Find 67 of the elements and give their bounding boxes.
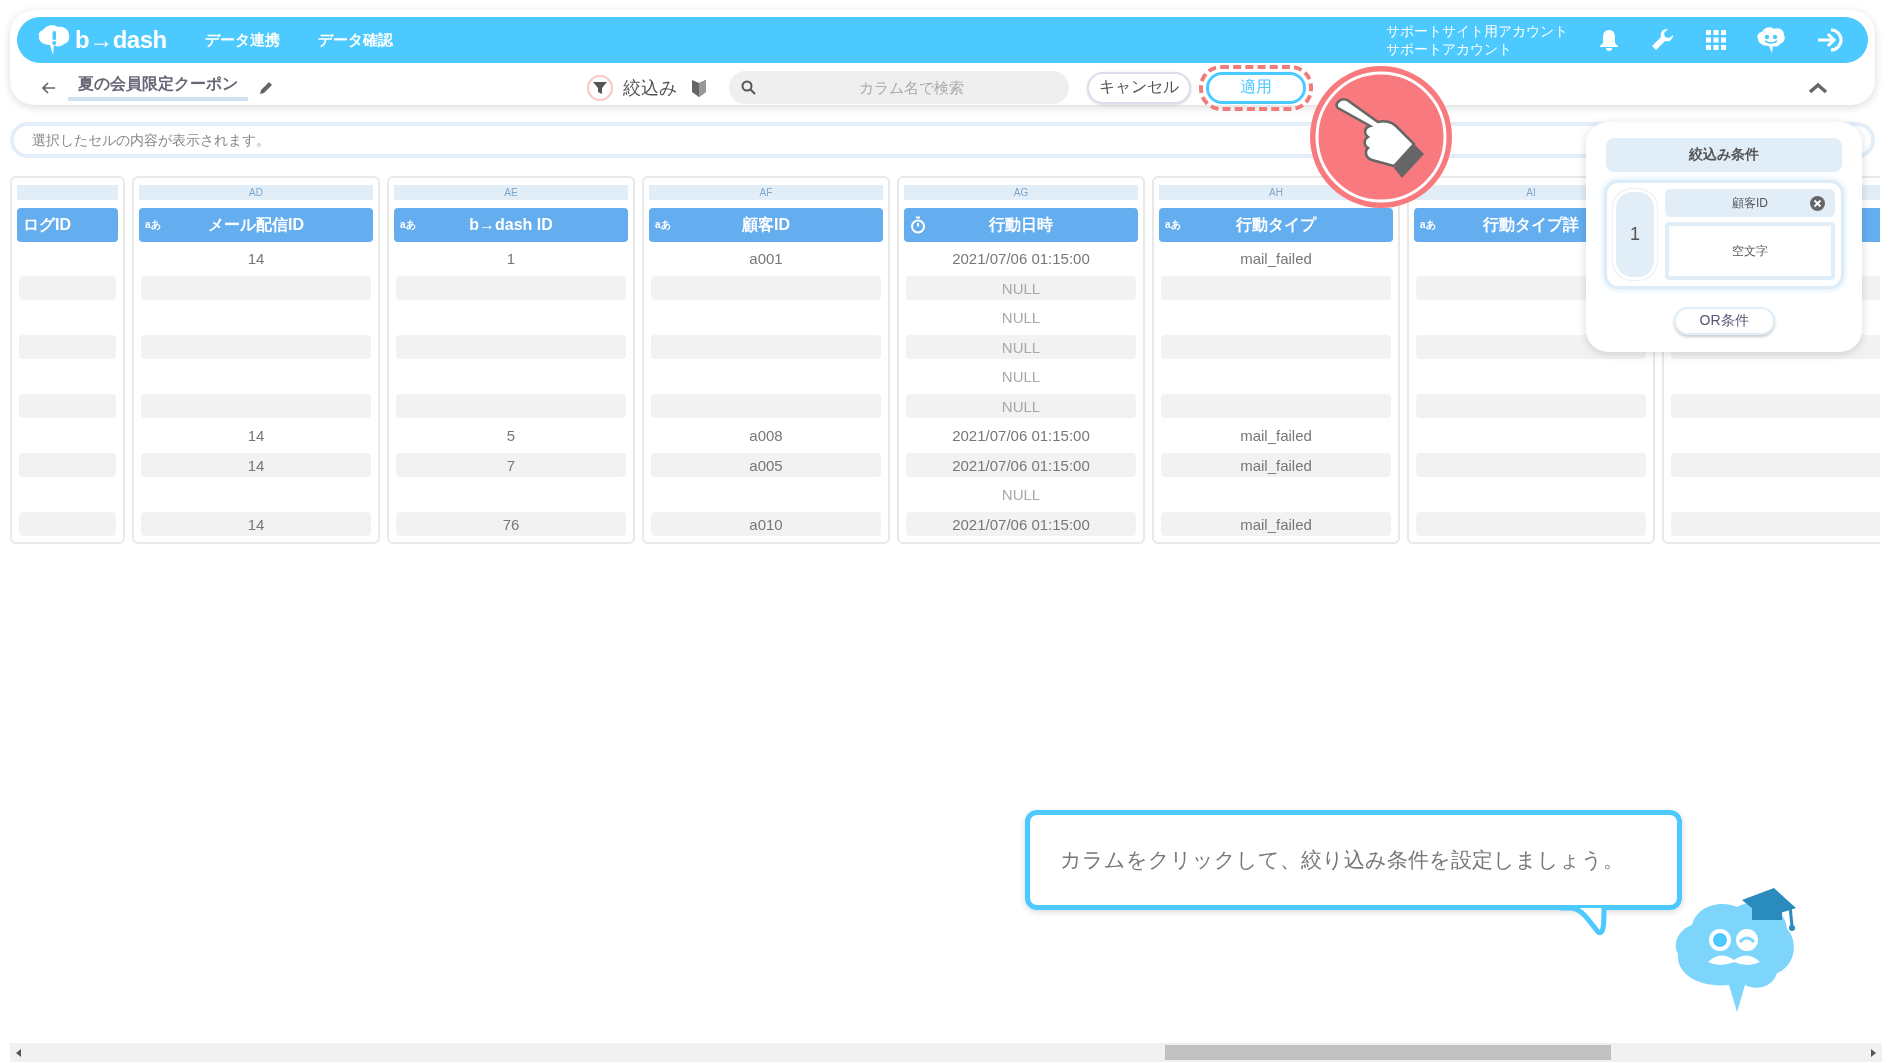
column-letter: AG (904, 185, 1138, 200)
close-icon[interactable] (1810, 195, 1825, 211)
column-letter: AE (394, 185, 628, 200)
column-header[interactable]: aあ 顧客ID (649, 208, 883, 242)
collapse-chevron-icon[interactable] (1808, 81, 1828, 94)
search-field[interactable]: カラム名で検索 (729, 71, 1069, 104)
search-icon (741, 80, 756, 95)
type-label: aあ (145, 218, 161, 232)
toolbar-button[interactable]: キャンセル (1087, 71, 1191, 104)
cell-value: mail_failed (1240, 427, 1312, 445)
type-label: aあ (1420, 218, 1436, 232)
cell-value: a001 (749, 250, 783, 268)
column-letter: AD (139, 185, 373, 200)
cell-value: 14 (247, 515, 265, 533)
cell-value: 2021/07/06 01:15:00 (952, 456, 1090, 474)
condition-value[interactable]: 空文字 (1665, 222, 1835, 280)
column-letter: AF (649, 185, 883, 200)
cell-value: 5 (506, 427, 516, 445)
beginner-mark-icon[interactable] (691, 77, 707, 98)
null-value: NULL (1001, 338, 1041, 356)
column-name: 顧客ID (1732, 194, 1768, 212)
cell-value: a008 (749, 427, 783, 445)
null-value: NULL (1001, 309, 1041, 327)
nav-link[interactable]: データ連携 (204, 30, 280, 50)
account-name: サポートサイト用アカウント (1386, 22, 1568, 40)
type-label: aあ (655, 218, 671, 232)
cell-value: a010 (749, 515, 783, 533)
cell-value: 2021/07/06 01:15:00 (952, 515, 1090, 533)
type-label: aあ (1165, 218, 1181, 232)
cell-value: 14 (247, 456, 265, 474)
cell-value: 14 (247, 427, 265, 445)
cell-value: 1 (506, 250, 516, 268)
cell-value: 14 (247, 250, 265, 268)
toolbar-button[interactable]: 適用 (1206, 71, 1306, 104)
null-value: NULL (1001, 486, 1041, 504)
account-name: サポートアカウント (1386, 40, 1513, 58)
cell-value: 2021/07/06 01:15:00 (952, 250, 1090, 268)
or-condition-button[interactable]: OR条件 (1673, 307, 1775, 335)
cell-value: mail_failed (1240, 456, 1312, 474)
cell-value: mail_failed (1240, 250, 1312, 268)
null-value: NULL (1001, 397, 1041, 415)
filter-label: 絞込み (623, 76, 677, 100)
scrollbar-thumb[interactable] (1165, 1045, 1611, 1060)
panel-title: 絞込み条件 (1606, 138, 1842, 172)
cell-value: a005 (749, 456, 783, 474)
null-value: NULL (1001, 368, 1041, 386)
cell-value: 76 (502, 515, 520, 533)
column-header[interactable]: aあ 行動タイプ (1159, 208, 1393, 242)
filter-icon[interactable] (587, 74, 613, 101)
type-label: aあ (400, 218, 416, 232)
guide-message: カラムをクリックして、絞り込み条件を設定しましょう。 (1060, 847, 1624, 873)
cell-value: 2021/07/06 01:15:00 (952, 427, 1090, 445)
nav-link[interactable]: データ確認 (317, 30, 393, 50)
column-header[interactable]: 行動日時 (904, 208, 1138, 242)
null-value: NULL (1001, 279, 1041, 297)
column-header[interactable]: aあ b→dash ID (394, 208, 628, 242)
back-arrow-icon[interactable] (42, 81, 56, 94)
cell-value: 7 (506, 456, 516, 474)
pencil-icon[interactable] (258, 79, 274, 96)
column-header[interactable]: ログID (17, 208, 118, 242)
cell-value: mail_failed (1240, 515, 1312, 533)
stopwatch-icon (910, 216, 926, 234)
column-header[interactable]: aあ メール配信ID (139, 208, 373, 242)
logo-bubble-icon (37, 24, 71, 56)
condition-number: 1 (1613, 189, 1657, 280)
page-title: 夏の会員限定クーポン (68, 74, 248, 101)
logo-text: b→dash (75, 26, 167, 54)
